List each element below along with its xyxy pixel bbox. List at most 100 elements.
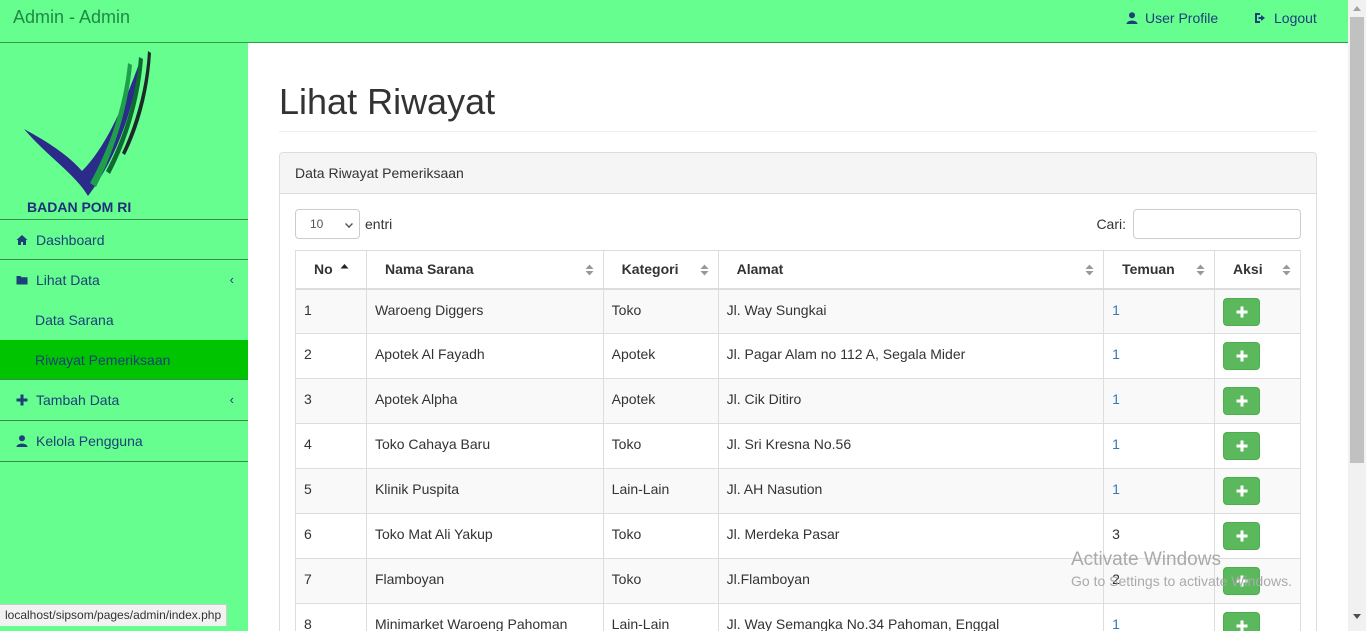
sidebar-item-label: Kelola Pengguna	[36, 433, 143, 449]
plus-icon	[1236, 350, 1248, 362]
add-button[interactable]	[1223, 342, 1261, 370]
search-input[interactable]	[1133, 209, 1301, 239]
cell-alamat: Jl. Cik Ditiro	[717, 378, 1105, 424]
cell-temuan[interactable]: 1	[1103, 603, 1216, 631]
cell-no: 2	[295, 333, 367, 379]
cell-kategori: Apotek	[602, 378, 719, 424]
folder-icon	[16, 276, 28, 285]
sort-icon	[1085, 264, 1094, 276]
add-button[interactable]	[1223, 432, 1261, 460]
sort-icon	[700, 264, 709, 276]
page-title: Lihat Riwayat	[279, 81, 496, 122]
page-scrollbar[interactable]	[1348, 0, 1366, 631]
add-button[interactable]	[1223, 612, 1261, 631]
table-row: 3 Apotek Alpha Apotek Jl. Cik Ditiro 1	[295, 378, 1301, 424]
title-divider	[279, 131, 1317, 132]
cell-kategori: Apotek	[602, 333, 719, 379]
cell-aksi	[1214, 378, 1301, 424]
cell-kategori: Lain-Lain	[602, 468, 719, 514]
cell-temuan[interactable]: 1	[1103, 288, 1216, 334]
plus-icon	[1236, 440, 1248, 452]
entries-select[interactable]: 10	[295, 209, 360, 239]
sidebar-item-data-sarana[interactable]: Data Sarana	[0, 300, 248, 340]
cell-no: 5	[295, 468, 367, 514]
sidebar-item-label: Dashboard	[36, 231, 105, 248]
add-button[interactable]	[1223, 522, 1261, 550]
home-icon	[16, 234, 28, 245]
add-button[interactable]	[1223, 477, 1261, 505]
cell-no: 3	[295, 378, 367, 424]
table-row: 2 Apotek Al Fayadh Apotek Jl. Pagar Alam…	[295, 333, 1301, 379]
cell-temuan[interactable]: 1	[1103, 423, 1216, 469]
cell-aksi	[1214, 423, 1301, 469]
chevron-left-icon: ‹	[229, 392, 234, 407]
logout-label: Logout	[1274, 10, 1317, 26]
navbar-brand[interactable]: Admin - Admin	[13, 7, 130, 28]
add-button[interactable]	[1223, 387, 1261, 415]
sidebar: BADAN POM RI Dashboard Lihat Data ‹ Data…	[0, 43, 248, 631]
cell-nama: Minimarket Waroeng Pahoman	[365, 603, 604, 631]
cell-temuan[interactable]: 1	[1103, 378, 1216, 424]
column-header-temuan[interactable]: Temuan	[1103, 250, 1216, 290]
cell-no: 1	[295, 288, 367, 334]
table-row: 1 Waroeng Diggers Toko Jl. Way Sungkai 1	[295, 288, 1301, 334]
cell-kategori: Toko	[602, 513, 719, 559]
table-row: 5 Klinik Puspita Lain-Lain Jl. AH Nasuti…	[295, 468, 1301, 514]
column-header-nama-sarana[interactable]: Nama Sarana	[365, 250, 604, 290]
column-header-alamat[interactable]: Alamat	[717, 250, 1105, 290]
cell-alamat: Jl.Flamboyan	[717, 558, 1105, 604]
add-button[interactable]	[1223, 297, 1261, 326]
table-row: 8 Minimarket Waroeng Pahoman Lain-Lain J…	[295, 603, 1301, 631]
sidebar-item-label: Tambah Data	[36, 392, 120, 408]
table-row: 4 Toko Cahaya Baru Toko Jl. Sri Kresna N…	[295, 423, 1301, 469]
column-header-no[interactable]: No	[295, 250, 367, 290]
watermark-line-2: Go to Settings to activate Windows.	[1071, 573, 1292, 589]
sort-asc-icon	[340, 264, 349, 269]
cell-aksi	[1214, 468, 1301, 514]
cell-kategori: Toko	[602, 288, 719, 334]
column-header-kategori[interactable]: Kategori	[602, 250, 719, 290]
chevron-left-icon: ‹	[229, 272, 234, 287]
cell-alamat: Jl. Way Sungkai	[717, 288, 1105, 334]
sidebar-item-lihat-data[interactable]: Lihat Data ‹	[0, 260, 248, 300]
scroll-down-arrow-icon[interactable]	[1353, 614, 1361, 619]
sidebar-item-dashboard[interactable]: Dashboard	[0, 220, 248, 260]
plus-icon	[1236, 306, 1248, 317]
cell-kategori: Toko	[602, 558, 719, 604]
cell-nama: Klinik Puspita	[365, 468, 604, 514]
user-profile-link[interactable]: User Profile	[1126, 10, 1218, 26]
logo: BADAN POM RI	[0, 43, 248, 220]
search-label: Cari:	[1096, 216, 1126, 232]
sidebar-item-tambah-data[interactable]: Tambah Data ‹	[0, 380, 248, 421]
cell-alamat: Jl. Merdeka Pasar	[717, 513, 1105, 559]
sidebar-item-label: Data Sarana	[35, 312, 114, 328]
cell-no: 8	[295, 603, 367, 631]
cell-alamat: Jl. AH Nasution	[717, 468, 1105, 514]
cell-no: 4	[295, 423, 367, 469]
cell-kategori: Toko	[602, 423, 719, 469]
cell-nama: Toko Cahaya Baru	[365, 423, 604, 469]
watermark-line-1: Activate Windows	[1071, 549, 1221, 570]
sort-icon	[1282, 264, 1291, 276]
sidebar-item-kelola-pengguna[interactable]: Kelola Pengguna	[0, 421, 248, 462]
cell-temuan[interactable]: 1	[1103, 468, 1216, 514]
cell-no: 6	[295, 513, 367, 559]
plus-icon	[1236, 485, 1248, 497]
plus-icon	[1236, 395, 1248, 407]
plus-icon	[1236, 530, 1248, 542]
sign-out-icon	[1255, 13, 1265, 23]
sidebar-item-riwayat-pemeriksaan[interactable]: Riwayat Pemeriksaan	[0, 340, 248, 380]
table-header-row: No Nama Sarana Kategori Alamat Temuan Ak…	[295, 250, 1301, 290]
cell-kategori: Lain-Lain	[602, 603, 719, 631]
chevron-down-icon	[345, 220, 353, 228]
cell-alamat: Jl. Way Semangka No.34 Pahoman, Enggal	[717, 603, 1105, 631]
cell-nama: Apotek Alpha	[365, 378, 604, 424]
sidebar-item-label: Riwayat Pemeriksaan	[35, 351, 171, 368]
column-header-aksi[interactable]: Aksi	[1214, 250, 1301, 290]
scrollbar-thumb[interactable]	[1350, 17, 1364, 463]
cell-alamat: Jl. Sri Kresna No.56	[717, 423, 1105, 469]
cell-temuan[interactable]: 1	[1103, 333, 1216, 379]
scroll-up-arrow-icon[interactable]	[1353, 6, 1361, 11]
logout-link[interactable]: Logout	[1255, 10, 1317, 26]
plus-icon	[1236, 620, 1248, 631]
